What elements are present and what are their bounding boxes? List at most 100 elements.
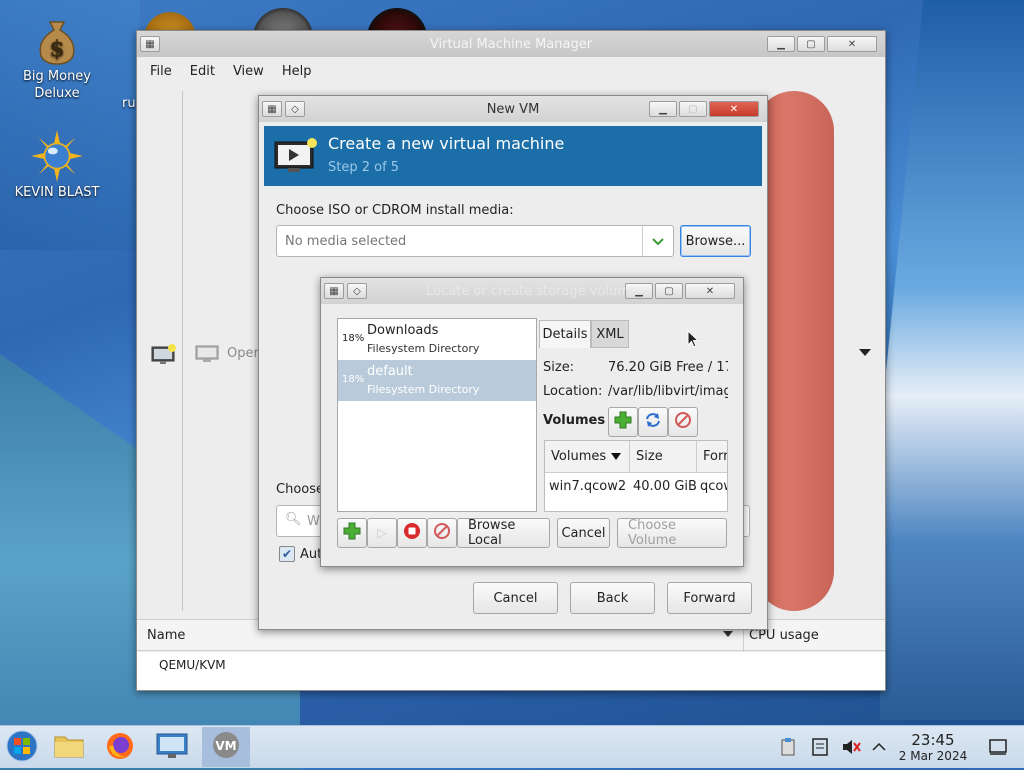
open-button-label[interactable]: Oper bbox=[227, 346, 259, 361]
window-menu-button[interactable]: ▦ bbox=[140, 36, 160, 52]
keep-above-button[interactable]: ◇ bbox=[285, 101, 305, 117]
pool-item-downloads[interactable]: 18% Downloads Filesystem Directory bbox=[338, 319, 536, 360]
volume-name: win7.qcow2 bbox=[549, 479, 627, 494]
sun-globe-icon bbox=[31, 130, 83, 182]
cancel-button[interactable]: Cancel bbox=[557, 518, 610, 548]
chevron-down-icon[interactable] bbox=[651, 234, 665, 252]
close-button[interactable]: ✕ bbox=[685, 283, 735, 299]
sort-arrow-icon[interactable] bbox=[611, 453, 621, 460]
media-combobox[interactable]: No media selected bbox=[276, 225, 674, 257]
keep-above-button[interactable]: ◇ bbox=[347, 283, 367, 299]
pool-item-default[interactable]: 18% default Filesystem Directory bbox=[338, 360, 536, 401]
start-pool-button[interactable]: ▷ bbox=[367, 518, 397, 548]
window-menu-button[interactable]: ▦ bbox=[324, 283, 344, 299]
plus-icon bbox=[343, 522, 361, 544]
plus-icon bbox=[614, 411, 632, 433]
remote-desktop-button[interactable] bbox=[150, 729, 194, 766]
pool-type: Filesystem Directory bbox=[367, 383, 480, 396]
virt-manager-taskbar-button[interactable]: VM bbox=[202, 727, 250, 767]
desktop-icon-big-money-deluxe[interactable]: $ Big Money Deluxe bbox=[7, 14, 107, 102]
desktop-wallpaper-right bbox=[880, 0, 1024, 720]
storage-pool-list: 18% Downloads Filesystem Directory 18% d… bbox=[337, 318, 537, 512]
svg-text:VM: VM bbox=[215, 739, 236, 753]
chevron-up-icon[interactable] bbox=[872, 740, 886, 755]
open-toolbar-icon[interactable] bbox=[195, 344, 219, 368]
auto-detect-checkbox[interactable]: ✔ bbox=[279, 546, 295, 562]
sort-arrow-icon[interactable] bbox=[723, 631, 733, 637]
menu-edit[interactable]: Edit bbox=[181, 64, 224, 79]
file-manager-button[interactable] bbox=[47, 729, 91, 766]
browse-button[interactable]: Browse... bbox=[680, 225, 751, 257]
firefox-icon bbox=[105, 731, 135, 765]
refresh-volumes-button[interactable] bbox=[638, 407, 668, 437]
volume-dialog-titlebar[interactable]: ▦ ◇ Locate or create storage volume ▁ ▢ … bbox=[321, 278, 743, 304]
desktop-icon-label: Big Money Deluxe bbox=[22, 69, 91, 101]
no-entry-icon bbox=[433, 522, 451, 544]
column-size-header[interactable]: Size bbox=[636, 449, 663, 464]
add-pool-button[interactable] bbox=[337, 518, 367, 548]
menubar: File Edit View Help bbox=[137, 57, 885, 85]
column-format-header[interactable]: Forr bbox=[703, 449, 727, 464]
desktop-icon-partial-label: ru bbox=[122, 96, 136, 111]
monitor-icon bbox=[156, 732, 188, 764]
location-value: /var/lib/libvirt/imag bbox=[608, 384, 728, 399]
window-menu-button[interactable]: ▦ bbox=[262, 101, 282, 117]
minimize-button[interactable]: ▁ bbox=[649, 101, 677, 117]
column-cpu-usage-header[interactable]: CPU usage bbox=[749, 628, 819, 643]
pool-name: Downloads bbox=[367, 323, 439, 338]
pool-usage: 18% bbox=[342, 374, 365, 385]
tab-details[interactable]: Details bbox=[539, 320, 591, 348]
menu-view[interactable]: View bbox=[224, 64, 273, 79]
clock-date[interactable]: 2 Mar 2024 bbox=[890, 749, 976, 763]
column-name-header[interactable]: Name bbox=[147, 628, 185, 643]
column-divider bbox=[629, 441, 630, 473]
firefox-button[interactable] bbox=[98, 729, 142, 766]
vm-list: QEMU/KVM bbox=[137, 652, 885, 690]
maximize-button[interactable]: ▢ bbox=[797, 36, 825, 52]
size-label: Size: bbox=[543, 360, 575, 375]
start-menu-button[interactable] bbox=[0, 729, 44, 766]
delete-pool-button[interactable] bbox=[427, 518, 457, 548]
wizard-banner: Create a new virtual machine Step 2 of 5 bbox=[264, 126, 762, 186]
menu-help[interactable]: Help bbox=[273, 64, 321, 79]
column-divider bbox=[696, 441, 697, 473]
add-volume-button[interactable] bbox=[608, 407, 638, 437]
cancel-button[interactable]: Cancel bbox=[473, 582, 558, 614]
minimize-button[interactable]: ▁ bbox=[625, 283, 653, 299]
close-button[interactable]: ✕ bbox=[709, 101, 759, 117]
menu-file[interactable]: File bbox=[141, 64, 181, 79]
money-bag-icon: $ bbox=[31, 14, 83, 66]
notes-tray-icon[interactable] bbox=[812, 737, 828, 761]
show-desktop-button[interactable] bbox=[989, 738, 1007, 760]
forward-button[interactable]: Forward bbox=[667, 582, 752, 614]
desktop-icon-label: KEVIN BLAST bbox=[14, 185, 100, 200]
banner-title: Create a new virtual machine bbox=[328, 134, 565, 153]
tab-xml[interactable]: XML bbox=[591, 320, 629, 348]
desktop-icon-kevin-blast[interactable]: KEVIN BLAST bbox=[7, 130, 107, 201]
clock-time[interactable]: 23:45 bbox=[898, 731, 968, 749]
connection-row[interactable]: QEMU/KVM bbox=[159, 658, 226, 672]
windows-orb-icon bbox=[6, 730, 38, 766]
choose-volume-button[interactable]: Choose Volume bbox=[617, 518, 727, 548]
minimize-button[interactable]: ▁ bbox=[767, 36, 795, 52]
clipboard-tray-icon[interactable] bbox=[780, 737, 798, 761]
monitor-play-icon bbox=[274, 138, 318, 180]
table-row[interactable]: win7.qcow2 40.00 GiB qcow bbox=[545, 475, 727, 503]
delete-volume-button[interactable] bbox=[668, 407, 698, 437]
volume-muted-icon[interactable] bbox=[841, 738, 861, 760]
size-value: 76.20 GiB Free / 17. bbox=[608, 360, 728, 375]
back-button[interactable]: Back bbox=[570, 582, 655, 614]
search-icon: 🔍︎ bbox=[285, 512, 302, 527]
stop-pool-button[interactable] bbox=[397, 518, 427, 548]
maximize-button[interactable]: ▢ bbox=[655, 283, 683, 299]
vmm-titlebar[interactable]: ▦ Virtual Machine Manager ▁ ▢ ✕ bbox=[137, 31, 885, 57]
volume-size: 40.00 GiB bbox=[633, 479, 697, 494]
new-vm-titlebar[interactable]: ▦ ◇ New VM ▁ ▢ ✕ bbox=[259, 96, 767, 122]
new-vm-toolbar-icon[interactable] bbox=[151, 344, 177, 370]
maximize-button[interactable]: ▢ bbox=[679, 101, 707, 117]
browse-local-button[interactable]: Browse Local bbox=[457, 518, 550, 548]
toolbar-divider bbox=[182, 91, 183, 611]
chevron-down-icon[interactable] bbox=[859, 349, 871, 356]
close-button[interactable]: ✕ bbox=[827, 36, 877, 52]
column-volumes-header[interactable]: Volumes bbox=[551, 449, 606, 464]
